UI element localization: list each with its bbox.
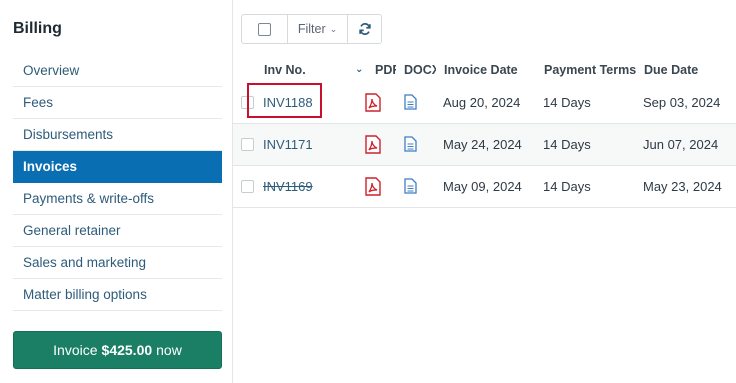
invoice-now-button[interactable]: Invoice $425.00 now xyxy=(13,331,222,369)
column-header-docx[interactable]: DOCX xyxy=(404,63,436,77)
billing-nav: Overview Fees Disbursements Invoices Pay… xyxy=(13,55,222,311)
payment-terms: 14 Days xyxy=(543,179,591,194)
table-row: INV1188 Aug 20, 2024 14 Days Sep 03, 202… xyxy=(233,82,736,124)
sidebar-item-disbursements[interactable]: Disbursements xyxy=(13,119,222,151)
select-all-checkbox[interactable] xyxy=(258,22,271,36)
pdf-icon[interactable] xyxy=(365,177,381,196)
table-row: INV1171 May 24, 2024 14 Days Jun 07, 202… xyxy=(233,124,736,166)
column-header-invoice-date[interactable]: Invoice Date xyxy=(444,63,518,77)
row-checkbox[interactable] xyxy=(241,138,254,151)
due-date: Jun 07, 2024 xyxy=(643,137,719,152)
document-icon[interactable] xyxy=(404,136,417,152)
table-row: INV1169 May 09, 2024 14 Days May 23, 202… xyxy=(233,166,736,208)
invoice-number-link[interactable]: INV1171 xyxy=(263,137,313,152)
invoice-date: Aug 20, 2024 xyxy=(443,95,521,110)
due-date: May 23, 2024 xyxy=(643,179,722,194)
sidebar-item-payments[interactable]: Payments & write-offs xyxy=(13,183,222,215)
pdf-icon[interactable] xyxy=(365,93,381,112)
document-icon[interactable] xyxy=(404,178,417,194)
select-all-control[interactable] xyxy=(242,15,288,43)
row-checkbox[interactable] xyxy=(241,180,254,193)
billing-sidebar: Billing Overview Fees Disbursements Invo… xyxy=(0,0,233,383)
cta-amount: $425.00 xyxy=(101,342,153,358)
pdf-icon[interactable] xyxy=(365,135,381,154)
sidebar-item-matter-billing-options[interactable]: Matter billing options xyxy=(13,279,222,311)
sidebar-item-general-retainer[interactable]: General retainer xyxy=(13,215,222,247)
invoice-date: May 09, 2024 xyxy=(443,179,522,194)
due-date: Sep 03, 2024 xyxy=(643,95,721,110)
refresh-icon xyxy=(358,22,371,36)
column-header-payment-terms[interactable]: Payment Terms xyxy=(544,63,636,77)
sort-chevron-icon[interactable]: ⌄ xyxy=(355,64,363,75)
document-icon[interactable] xyxy=(404,94,417,110)
filter-label: Filter xyxy=(297,22,326,36)
column-header-inv-no[interactable]: Inv No. xyxy=(264,63,306,77)
sidebar-item-overview[interactable]: Overview xyxy=(13,55,222,87)
column-header-pdf[interactable]: PDF xyxy=(375,63,396,77)
invoice-number-link[interactable]: INV1169 xyxy=(263,179,313,194)
sidebar-item-sales-marketing[interactable]: Sales and marketing xyxy=(13,247,222,279)
invoices-panel: Filter ⌄ Inv No. ⌄ PDF DOCX Invoice Date… xyxy=(233,0,736,383)
refresh-button[interactable] xyxy=(348,15,381,43)
invoice-date: May 24, 2024 xyxy=(443,137,522,152)
cta-suffix: now xyxy=(156,342,182,358)
cta-prefix: Invoice xyxy=(53,342,98,358)
payment-terms: 14 Days xyxy=(543,95,591,110)
payment-terms: 14 Days xyxy=(543,137,591,152)
invoice-number-link[interactable]: INV1188 xyxy=(263,95,313,110)
filter-button[interactable]: Filter ⌄ xyxy=(288,15,348,43)
sidebar-item-invoices[interactable]: Invoices xyxy=(13,151,222,183)
sidebar-title: Billing xyxy=(13,20,62,37)
table-header: Inv No. ⌄ PDF DOCX Invoice Date Payment … xyxy=(233,58,736,82)
chevron-down-icon: ⌄ xyxy=(329,23,338,34)
column-header-due-date[interactable]: Due Date xyxy=(644,63,698,77)
table-toolbar: Filter ⌄ xyxy=(241,14,382,44)
sidebar-item-fees[interactable]: Fees xyxy=(13,87,222,119)
